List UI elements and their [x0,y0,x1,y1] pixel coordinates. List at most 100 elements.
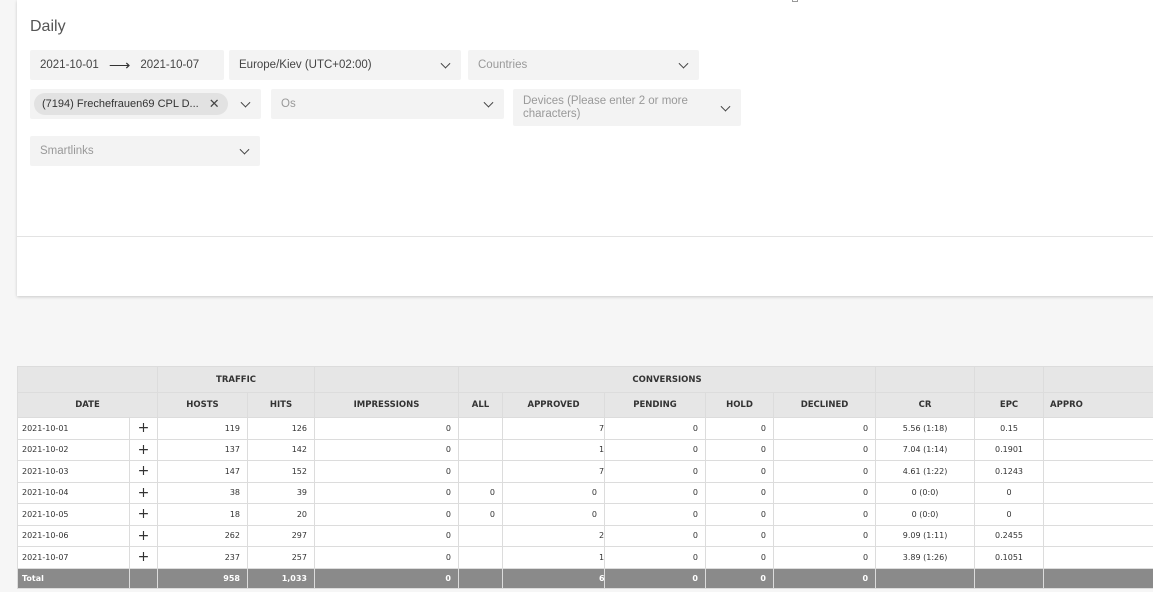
cr-cell: 4.61 (1:22) [875,460,976,483]
devices-select[interactable]: Devices (Please enter 2 or more characte… [513,89,741,126]
os-select[interactable]: Os [271,89,504,119]
declined-cell: 0 [772,460,877,483]
approved-cell[interactable]: 7 [502,417,605,440]
expand-plus-icon[interactable]: + [129,460,158,483]
total-impressions: 0 [314,567,459,589]
timezone-value: Europe/Kiev (UTC+02:00) [239,59,372,71]
col-all[interactable]: ALL [458,392,503,418]
epc-cell: 0 [974,503,1045,526]
card-divider [17,236,1153,237]
all-cell: 0 [458,503,503,526]
total-hits: 1,033 [247,567,315,589]
declined-cell: 0 [772,417,877,440]
col-pending[interactable]: PENDING [604,392,706,418]
expand-plus-icon[interactable]: + [129,503,158,526]
arrow-right-icon: ⟶ [108,57,131,74]
stats-table: TRAFFIC CONVERSIONS DATE HOSTS HITS IMPR… [17,366,1153,589]
date-cell: 2021-10-07 [17,546,130,569]
date-to: 2021-10-07 [140,59,200,71]
chevron-down-icon[interactable] [240,97,251,108]
smartlinks-select[interactable]: Smartlinks [30,136,260,166]
impressions-cell: 0 [314,460,459,483]
offer-select[interactable]: (7194) Frechefrauen69 CPL D... ✕ [30,89,261,119]
total-appro [1043,567,1153,589]
approved-cell-link[interactable]: 10 [599,553,604,562]
table-row: 2021-10-04 +38 39 0 0 0 0 0 0 0 (0:0) 0 [17,481,1153,504]
table-row: 2021-10-03+1471520770004.61 (1:22)0.1243 [17,460,1153,483]
pending-cell: 0 [604,546,706,569]
total-approved-link[interactable]: 61 [599,574,604,583]
total-cr [875,567,976,589]
total-approved[interactable]: 61 [502,567,605,589]
appro-cell [1043,546,1153,569]
expand-plus-icon[interactable]: + [129,524,158,547]
hosts-cell: 38 [157,481,248,504]
col-declined[interactable]: DECLINED [772,392,877,418]
devices-placeholder-line2: characters) [523,107,581,120]
appro-cell [1043,481,1153,504]
timezone-select[interactable]: Europe/Kiev (UTC+02:00) [229,50,461,80]
declined-cell: 0 [772,546,877,569]
header-conversions: CONVERSIONS [457,366,877,393]
expand-plus-icon[interactable]: + [129,417,158,440]
cr-cell: 0 (0:0) [875,481,976,504]
pending-cell: 0 [604,503,706,526]
col-hits[interactable]: HITS [247,392,315,418]
col-date[interactable]: DATE [17,392,158,418]
appro-cell [1043,503,1153,526]
hold-cell: 0 [705,460,774,483]
total-epc [974,567,1045,589]
col-approved[interactable]: APPROVED [502,392,605,418]
date-cell: 2021-10-01 [17,417,130,440]
cr-cell: 5.56 (1:18) [875,417,976,440]
date-cell: 2021-10-06 [17,524,130,547]
expand-plus-icon[interactable]: + [129,481,158,504]
countries-select[interactable]: Countries [468,50,699,80]
col-hold[interactable]: HOLD [705,392,774,418]
total-label: Total [17,567,130,589]
date-cell: 2021-10-03 [17,460,130,483]
all-cell[interactable]: 7 [458,417,503,440]
approved-cell[interactable]: 27 [502,524,605,547]
declined-cell: 0 [772,438,877,461]
appro-cell [1043,460,1153,483]
col-appro[interactable]: APPRO [1043,392,1153,418]
header-empty [974,366,1045,393]
impressions-cell: 0 [314,524,459,547]
approved-cell-link[interactable]: 7 [599,424,604,433]
approved-cell[interactable]: 10 [502,546,605,569]
all-cell[interactable]: 10 [458,546,503,569]
close-icon[interactable]: ✕ [209,96,220,112]
all-cell[interactable]: 7 [458,460,503,483]
all-cell: 0 [458,481,503,504]
all-cell[interactable]: 27 [458,524,503,547]
col-epc[interactable]: EPC [974,392,1045,418]
pending-cell: 0 [604,438,706,461]
approved-cell[interactable]: 7 [502,460,605,483]
hold-cell: 0 [705,524,774,547]
epc-cell: 0.1051 [974,546,1045,569]
approved-cell-link[interactable]: 10 [599,445,604,454]
hold-cell: 0 [705,481,774,504]
col-cr[interactable]: CR [875,392,976,418]
approved-cell-link[interactable]: 7 [599,467,604,476]
expand-plus-icon[interactable]: + [129,438,158,461]
smartlinks-placeholder: Smartlinks [40,145,94,157]
col-impressions[interactable]: IMPRESSIONS [314,392,459,418]
countries-placeholder: Countries [478,59,528,71]
hosts-cell: 262 [157,524,248,547]
expand-plus-icon[interactable]: + [129,546,158,569]
cr-cell: 0 (0:0) [875,503,976,526]
approved-cell-link[interactable]: 27 [599,531,604,540]
table-row: 2021-10-05 +18 20 0 0 0 0 0 0 0 (0:0) 0 [17,503,1153,526]
approved-cell[interactable]: 10 [502,438,605,461]
chevron-down-icon [720,101,731,112]
col-hosts[interactable]: HOSTS [157,392,248,418]
all-cell[interactable]: 10 [458,438,503,461]
date-range-picker[interactable]: 2021-10-01 ⟶ 2021-10-07 [30,50,224,80]
total-all[interactable]: 61 [458,567,503,589]
table-row: 2021-10-01+1191260770005.56 (1:18)0.15 [17,417,1153,440]
total-hosts: 958 [157,567,248,589]
declined-cell: 0 [772,481,877,504]
hits-cell: 126 [247,417,315,440]
